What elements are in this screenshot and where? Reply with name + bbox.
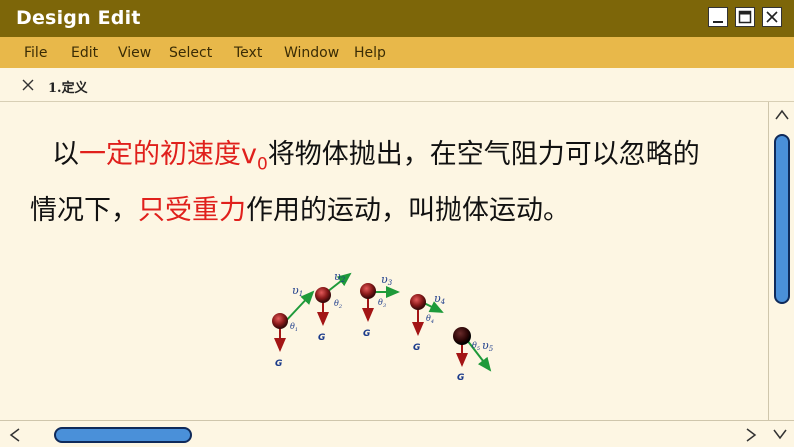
velocity-subscript-5: 5 xyxy=(489,345,494,353)
maximize-button[interactable] xyxy=(735,7,755,27)
scroll-down-arrow-icon[interactable] xyxy=(772,427,788,441)
angle-label-1: θ1 xyxy=(290,322,298,333)
gravity-label-4: G xyxy=(413,343,420,353)
vertical-scroll-thumb[interactable] xyxy=(774,134,790,304)
title-bar: Design Edit xyxy=(0,0,794,36)
menu-view[interactable]: View xyxy=(118,45,151,61)
angle-label-4: θ4 xyxy=(426,314,434,325)
tab-bar: 1.定义 xyxy=(0,68,794,102)
scroll-up-arrow-icon[interactable] xyxy=(774,108,790,122)
angle-subscript-2: 2 xyxy=(338,304,342,310)
close-button[interactable] xyxy=(762,7,782,27)
gravity-label-3: G xyxy=(363,329,370,339)
tab-definition[interactable]: 1.定义 xyxy=(48,77,88,96)
angle-subscript-5: 5 xyxy=(477,346,480,352)
angle-label-3: θ3 xyxy=(378,298,386,309)
gravity-label-1: G xyxy=(275,359,282,369)
ball-5 xyxy=(453,327,471,345)
minimize-button[interactable] xyxy=(708,7,728,27)
scroll-left-arrow-icon[interactable] xyxy=(8,427,22,443)
window-title: Design Edit xyxy=(16,7,141,29)
ball-1 xyxy=(272,313,288,329)
gravity-label-5: G xyxy=(457,373,464,383)
scroll-right-arrow-icon[interactable] xyxy=(744,427,758,443)
velocity-label-4: υ4 xyxy=(434,292,445,306)
tab-close-icon[interactable] xyxy=(20,77,36,93)
menu-edit[interactable]: Edit xyxy=(71,45,98,61)
menu-select[interactable]: Select xyxy=(169,45,212,61)
close-icon xyxy=(766,11,778,23)
ball-2 xyxy=(315,287,331,303)
menu-help[interactable]: Help xyxy=(354,45,386,61)
angle-label-2: θ2 xyxy=(334,299,342,310)
velocity-label-1: υ1 xyxy=(292,284,303,298)
maximize-icon xyxy=(738,10,752,24)
angle-subscript-3: 3 xyxy=(383,303,386,309)
horizontal-scrollbar[interactable] xyxy=(0,420,794,447)
velocity-label-2: υ2 xyxy=(334,270,346,284)
velocity-label-3: υ3 xyxy=(381,273,393,287)
velocity-label-5: υ5 xyxy=(482,339,494,353)
angle-subscript-4: 4 xyxy=(430,319,434,325)
velocity-subscript-3: 3 xyxy=(388,279,393,287)
velocity-subscript-2: 2 xyxy=(340,276,346,284)
velocity-subscript-1: 1 xyxy=(299,290,303,298)
menu-window[interactable]: Window xyxy=(284,45,339,61)
horizontal-scroll-thumb[interactable] xyxy=(54,427,192,443)
projectile-diagram: υ1 θ1 G υ2 θ2 G υ3 θ3 G υ4 θ4 G υ5 θ5 G xyxy=(272,270,494,383)
minimize-icon xyxy=(713,21,723,23)
gravity-label-2: G xyxy=(318,333,325,343)
menu-bar: File Edit View Select Text Window Help xyxy=(0,36,794,68)
velocity-subscript-4: 4 xyxy=(440,298,445,306)
ball-4 xyxy=(410,294,426,310)
angle-subscript-1: 1 xyxy=(295,327,298,333)
app-window: Design Edit File Edit View Select Text W… xyxy=(0,0,794,447)
menu-text[interactable]: Text xyxy=(234,45,262,61)
angle-label-5: θ5 xyxy=(472,341,480,352)
document-area: 以一定的初速度v0将物体抛出，在空气阻力可以忽略的 情况下，只受重力作用的运动，… xyxy=(0,102,768,420)
menu-file[interactable]: File xyxy=(24,45,47,61)
ball-3 xyxy=(360,283,376,299)
vertical-scrollbar[interactable] xyxy=(768,102,794,420)
